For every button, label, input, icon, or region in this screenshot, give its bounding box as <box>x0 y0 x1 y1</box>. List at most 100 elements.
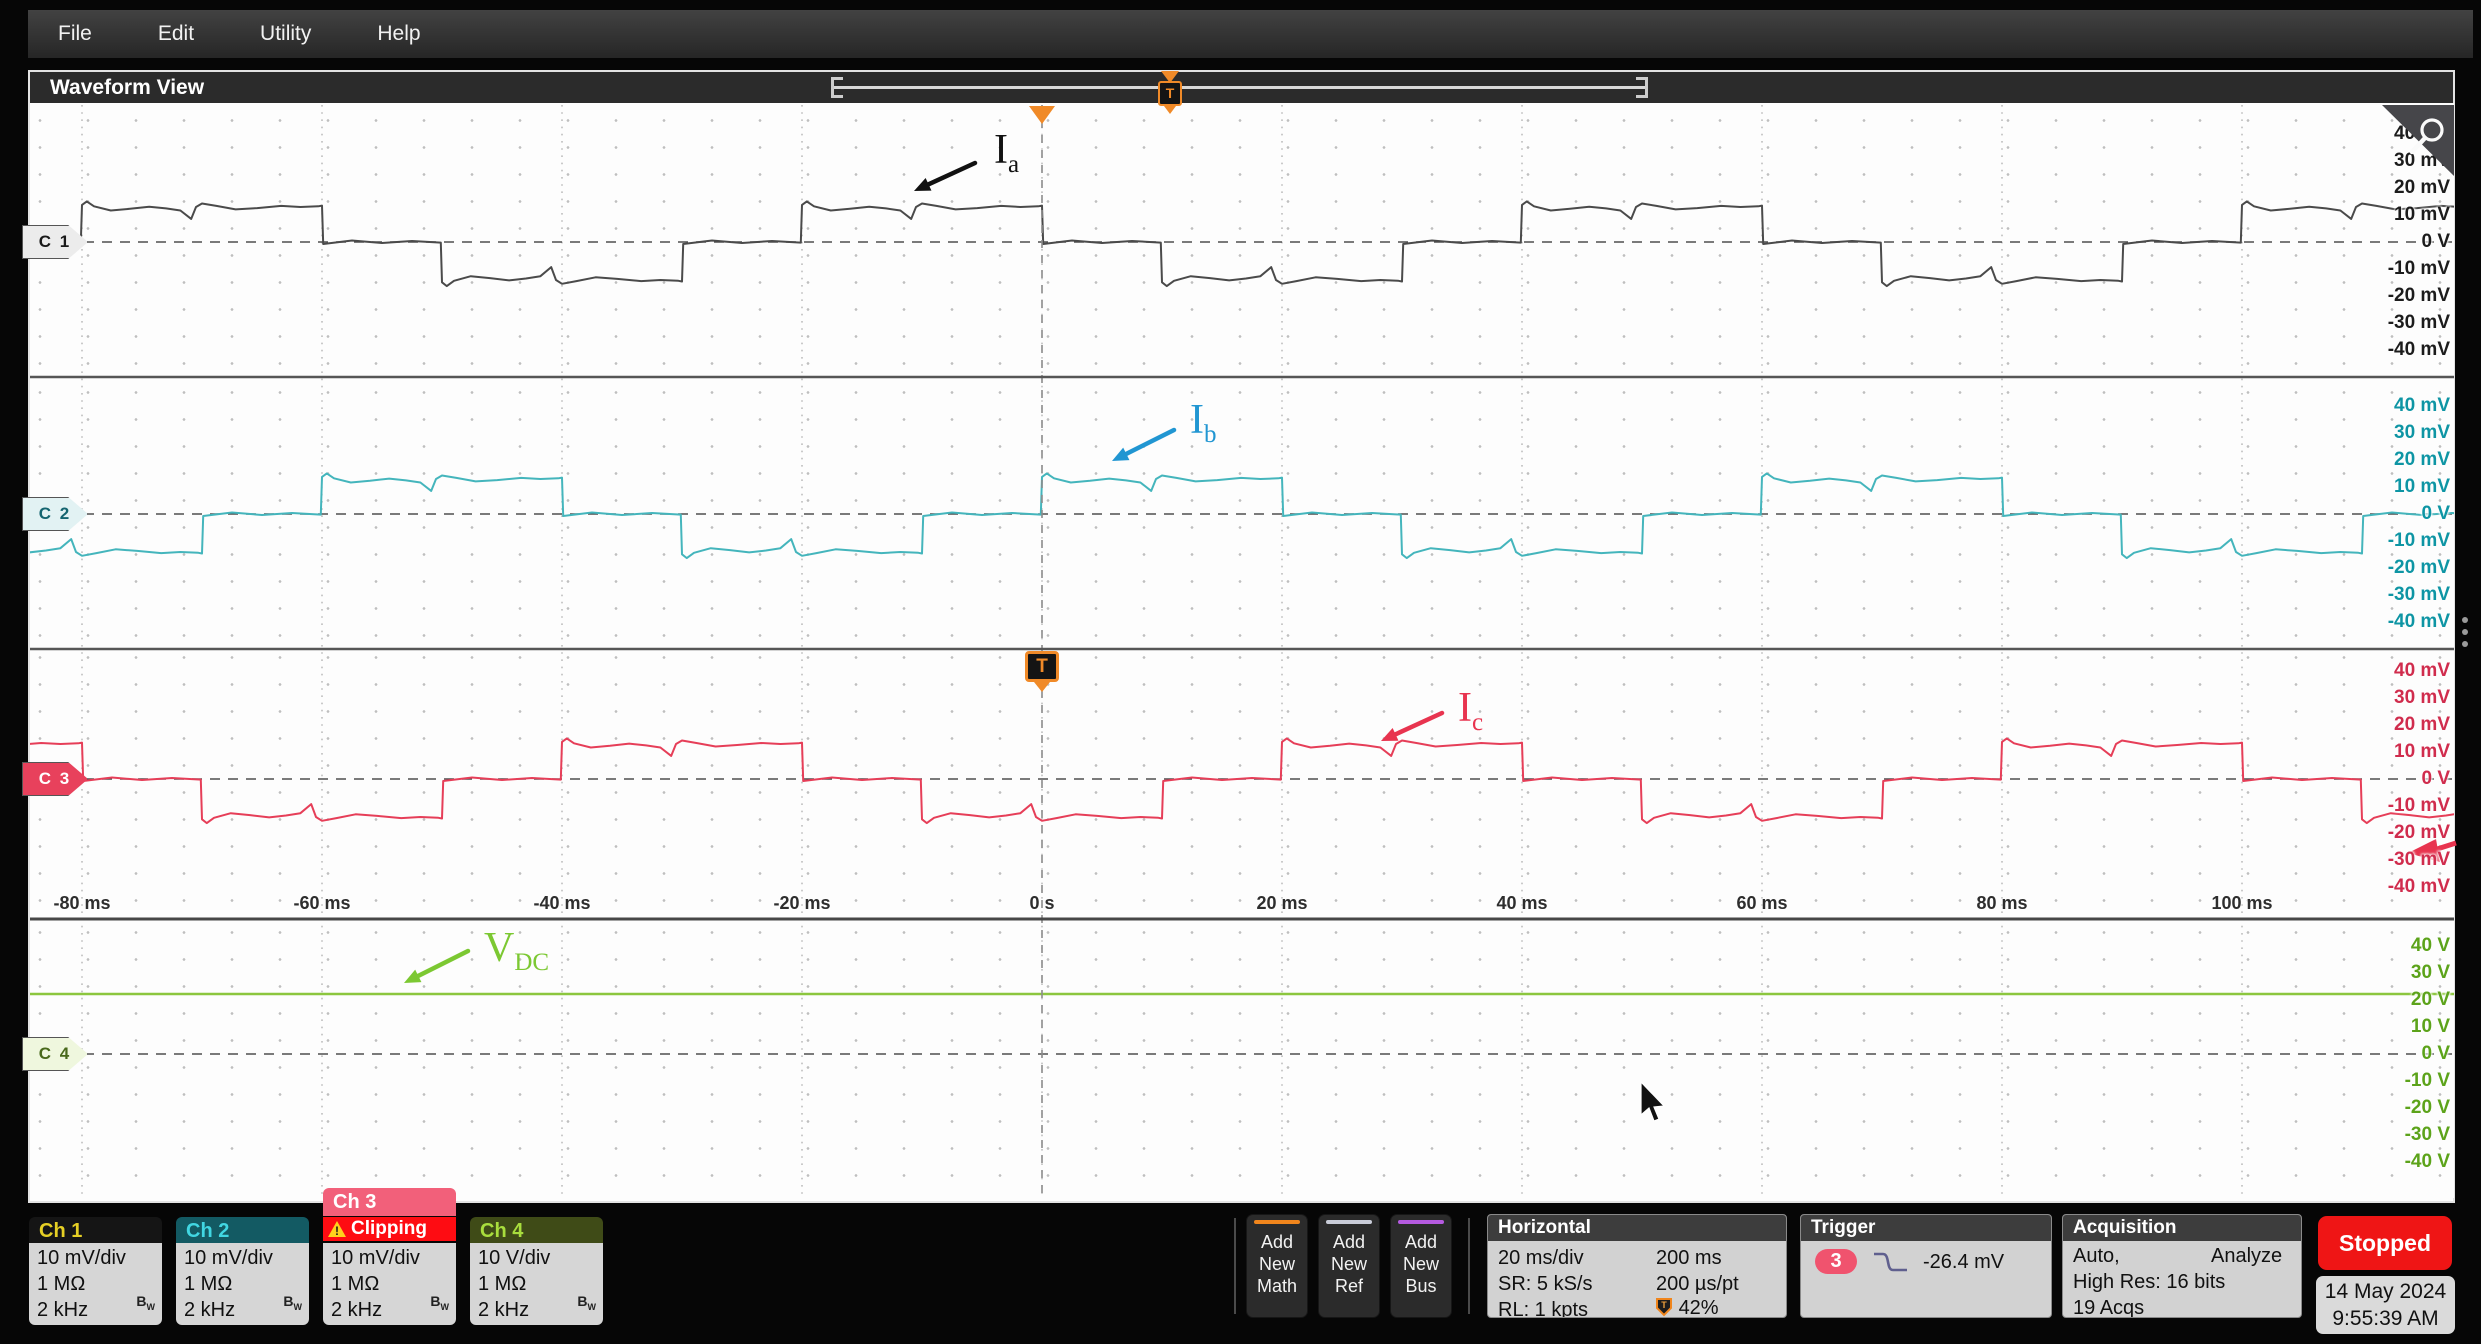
svg-text:!: ! <box>335 1224 339 1238</box>
channel-setting: 10 V/div <box>478 1247 551 1269</box>
annotation-label-ic: Ic <box>1458 685 1484 736</box>
menu-item-edit[interactable]: Edit <box>158 22 194 46</box>
time-axis-label: 40 ms <box>1496 893 1548 913</box>
annotation-label-ia: Ia <box>994 127 1020 178</box>
horizontal-trigger-position: T 42% <box>1656 1297 1719 1318</box>
clipping-warning: ! Clipping <box>323 1217 456 1241</box>
time-axis-label: -40 ms <box>533 893 591 913</box>
channel-badge-body-ch2[interactable]: 10 mV/div 1 MΩ 2 kHz BW <box>176 1243 309 1325</box>
channel-badge-header-ch3[interactable]: Ch 3 <box>323 1188 456 1216</box>
scale-label-ch3: 10 mV <box>2394 741 2450 762</box>
scale-label-ch4: 20 V <box>2410 989 2450 1010</box>
scale-label-ch2: 40 mV <box>2394 395 2450 416</box>
clipping-text: Clipping <box>351 1218 427 1239</box>
scale-label-ch4: -10 V <box>2404 1070 2450 1091</box>
acquisition-detail: High Res: 16 bits <box>2073 1271 2226 1293</box>
scale-label-ch3: -10 mV <box>2387 795 2450 816</box>
time-text: 9:55:39 AM <box>2332 1307 2439 1330</box>
time-axis-label: -60 ms <box>293 893 351 913</box>
scale-label-ch3: 40 mV <box>2394 660 2450 681</box>
channel-badge-header-ch4[interactable]: Ch 4 <box>470 1217 603 1245</box>
trigger-time-indicator[interactable] <box>1029 106 1055 124</box>
pan-bar-trigger-chip[interactable]: T <box>1158 81 1182 106</box>
bandwidth-limit-label: BW <box>283 1293 302 1312</box>
time-axis-label: 100 ms <box>2211 893 2273 913</box>
scale-label-ch2: -20 mV <box>2387 557 2450 578</box>
scale-label-ch1: 10 mV <box>2394 204 2450 225</box>
panel-drag-handle[interactable] <box>2462 641 2468 647</box>
horizontal-sample-rate: SR: 5 kS/s <box>1498 1273 1593 1295</box>
run-stop-status-button[interactable]: Stopped <box>2318 1216 2452 1270</box>
trigger-flag-icon: T <box>1656 1298 1672 1317</box>
add-new-ref-button[interactable]: Add New Ref <box>1318 1214 1380 1318</box>
scale-label-ch3: -30 mV <box>2387 849 2450 870</box>
scale-label-ch2: 10 mV <box>2394 476 2450 497</box>
graticule-dots-ch4 <box>30 919 2454 1198</box>
menu-bar: File Edit Utility Help <box>28 10 2473 58</box>
add-new-math-button[interactable]: Add New Math <box>1246 1214 1308 1318</box>
horizontal-resolution: 200 µs/pt <box>1656 1273 1739 1295</box>
channel-badge-body-ch1[interactable]: 10 mV/div 1 MΩ 2 kHz BW <box>29 1243 162 1325</box>
time-axis-label: 60 ms <box>1736 893 1788 913</box>
horizontal-panel[interactable]: Horizontal 20 ms/div 200 ms SR: 5 kS/s 2… <box>1487 1214 1787 1318</box>
scale-label-ch2: -40 mV <box>2387 611 2450 632</box>
scale-label-ch2: 0 V <box>2421 503 2450 524</box>
channel-badge-header-ch1[interactable]: Ch 1 <box>29 1217 162 1245</box>
oscilloscope-app: File Edit Utility Help Waveform View Horizo… <box>0 0 2481 1344</box>
scale-label-ch3: 0 V <box>2421 768 2450 789</box>
scale-label-ch1: 30 mV <box>2394 150 2450 171</box>
scale-label-ch1: -10 mV <box>2387 258 2450 279</box>
time-axis-label: 80 ms <box>1976 893 2028 913</box>
scale-label-ch3: 30 mV <box>2394 687 2450 708</box>
acquisition-count: 19 Acqs <box>2073 1297 2145 1318</box>
menu-item-utility[interactable]: Utility <box>260 22 311 46</box>
scale-label-ch2: -10 mV <box>2387 530 2450 551</box>
menu-item-help[interactable]: Help <box>377 22 420 46</box>
channel-setting: 10 mV/div <box>331 1247 420 1269</box>
menu-item-file[interactable]: File <box>58 22 92 46</box>
scale-label-ch4: 40 V <box>2410 935 2450 956</box>
trigger-panel-title: Trigger <box>1801 1215 2051 1241</box>
bottombar-separator <box>1468 1218 1470 1314</box>
trigger-source-badge: 3 <box>1815 1249 1857 1274</box>
time-axis-label: -20 ms <box>773 893 831 913</box>
scale-label-ch4: 30 V <box>2410 962 2450 983</box>
acquisition-mode: Auto, <box>2073 1245 2120 1267</box>
panel-drag-handle[interactable] <box>2462 629 2468 635</box>
horizontal-record-length: RL: 1 kpts <box>1498 1299 1589 1318</box>
time-axis-label: -80 ms <box>53 893 111 913</box>
channel-badge-body-ch4[interactable]: 10 V/div 1 MΩ 2 kHz BW <box>470 1243 603 1325</box>
trigger-source-marker[interactable]: T <box>1025 651 1059 682</box>
scale-label-ch3: 20 mV <box>2394 714 2450 735</box>
channel-setting: 10 mV/div <box>37 1247 126 1269</box>
channel-setting: 10 mV/div <box>184 1247 273 1269</box>
panel-drag-handle[interactable] <box>2462 617 2468 623</box>
annotation-label-ib: Ib <box>1190 397 1217 448</box>
svg-text:T: T <box>1661 1300 1667 1310</box>
pan-bar-chip-pointer <box>1164 106 1176 114</box>
horizontal-window: 200 ms <box>1656 1247 1722 1269</box>
pan-bar-right-bracket[interactable] <box>1636 77 1648 98</box>
channel-badge-body-ch3[interactable]: 10 mV/div 1 MΩ 2 kHz BW <box>323 1243 456 1325</box>
scale-label-ch1: -30 mV <box>2387 312 2450 333</box>
scale-label-ch1: 0 V <box>2421 231 2450 252</box>
scale-label-ch2: -30 mV <box>2387 584 2450 605</box>
acquisition-panel-title: Acquisition <box>2063 1215 2301 1241</box>
bandwidth-limit-label: BW <box>136 1293 155 1312</box>
scale-label-ch1: -40 mV <box>2387 339 2450 360</box>
scale-label-ch3: -20 mV <box>2387 822 2450 843</box>
falling-edge-icon <box>1874 1252 1907 1272</box>
scale-label-ch4: -40 V <box>2404 1151 2450 1172</box>
scale-label-ch1: 20 mV <box>2394 177 2450 198</box>
acquisition-panel[interactable]: Acquisition Auto, Analyze High Res: 16 b… <box>2062 1214 2302 1318</box>
trigger-panel[interactable]: Trigger 3 -26.4 mV <box>1800 1214 2052 1318</box>
horizontal-trigger-percent: 42% <box>1678 1297 1719 1318</box>
channel-badge-header-ch2[interactable]: Ch 2 <box>176 1217 309 1245</box>
acquisition-analyze: Analyze <box>2211 1245 2283 1267</box>
add-new-bus-button[interactable]: Add New Bus <box>1390 1214 1452 1318</box>
pan-zoom-bar[interactable] <box>833 86 1646 89</box>
pan-bar-left-bracket[interactable] <box>831 77 843 98</box>
scale-label-ch2: 30 mV <box>2394 422 2450 443</box>
bandwidth-limit-label: BW <box>577 1293 596 1312</box>
scale-label-ch4: -20 V <box>2404 1097 2450 1118</box>
